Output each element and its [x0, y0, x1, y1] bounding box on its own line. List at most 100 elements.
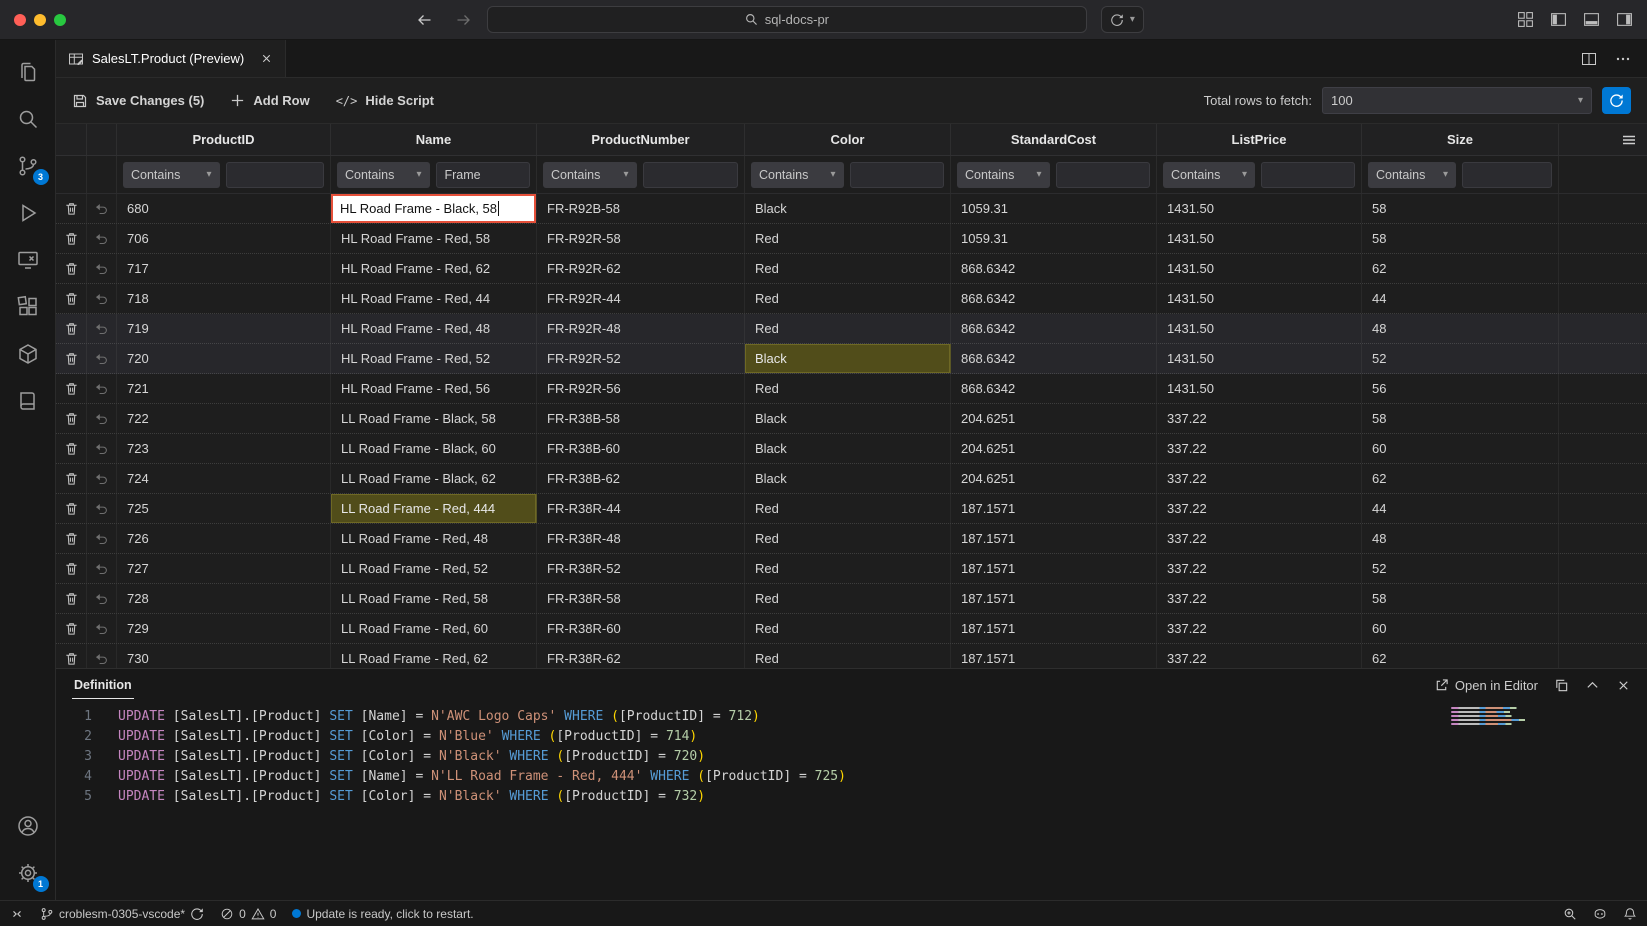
delete-row-button[interactable]	[56, 314, 87, 343]
cell-size[interactable]: 58	[1362, 584, 1559, 613]
cell-size[interactable]: 44	[1362, 494, 1559, 523]
activitybar-item-search[interactable]	[4, 95, 52, 142]
customize-layout-button[interactable]	[1517, 11, 1534, 28]
cell-name[interactable]: HL Road Frame - Red, 62	[331, 254, 537, 283]
column-menu-icon[interactable]	[1621, 132, 1637, 148]
delete-row-button[interactable]	[56, 254, 87, 283]
cell-product-number[interactable]: FR-R38B-62	[537, 464, 745, 493]
cell-product-id[interactable]: 727	[117, 554, 331, 583]
cell-standard-cost[interactable]: 868.6342	[951, 254, 1157, 283]
revert-row-button[interactable]	[87, 314, 117, 343]
copy-button[interactable]	[1554, 678, 1569, 693]
delete-row-button[interactable]	[56, 284, 87, 313]
cell-product-id[interactable]: 706	[117, 224, 331, 253]
cell-name[interactable]: LL Road Frame - Black, 62	[331, 464, 537, 493]
cell-name[interactable]: HL Road Frame - Red, 48	[331, 314, 537, 343]
delete-row-button[interactable]	[56, 224, 87, 253]
revert-row-button[interactable]	[87, 434, 117, 463]
revert-row-button[interactable]	[87, 644, 117, 668]
problems-status[interactable]: 0 0	[220, 907, 276, 921]
cell-list-price[interactable]: 337.22	[1157, 644, 1362, 668]
cell-product-number[interactable]: FR-R38R-60	[537, 614, 745, 643]
cell-list-price[interactable]: 1431.50	[1157, 224, 1362, 253]
more-actions-button[interactable]	[1615, 51, 1631, 67]
activitybar-item-run-debug[interactable]	[4, 189, 52, 236]
toggle-panel-button[interactable]	[1583, 11, 1600, 28]
revert-row-button[interactable]	[87, 464, 117, 493]
cell-size[interactable]: 44	[1362, 284, 1559, 313]
cell-list-price[interactable]: 1431.50	[1157, 254, 1362, 283]
filter-operator-select[interactable]: Contains▾	[337, 162, 430, 188]
cell-product-number[interactable]: FR-R92R-58	[537, 224, 745, 253]
column-header-standardcost[interactable]: StandardCost	[951, 124, 1157, 155]
cell-product-number[interactable]: FR-R92R-62	[537, 254, 745, 283]
cell-standard-cost[interactable]: 868.6342	[951, 344, 1157, 373]
cell-color[interactable]: Red	[745, 374, 951, 403]
toggle-secondary-sidebar-button[interactable]	[1616, 11, 1633, 28]
cell-standard-cost[interactable]: 187.1571	[951, 644, 1157, 668]
activitybar-item-source-control[interactable]: 3	[4, 142, 52, 189]
cell-name[interactable]: LL Road Frame - Red, 52	[331, 554, 537, 583]
cell-standard-cost[interactable]: 1059.31	[951, 194, 1157, 223]
remote-indicator[interactable]	[10, 907, 24, 921]
filter-value-input[interactable]	[850, 162, 945, 188]
cell-name[interactable]: LL Road Frame - Red, 62	[331, 644, 537, 668]
column-header-productnumber[interactable]: ProductNumber	[537, 124, 745, 155]
cell-list-price[interactable]: 1431.50	[1157, 344, 1362, 373]
cell-product-number[interactable]: FR-R92B-58	[537, 194, 745, 223]
close-window-button[interactable]	[14, 14, 26, 26]
cell-product-id[interactable]: 718	[117, 284, 331, 313]
cell-product-id[interactable]: 719	[117, 314, 331, 343]
toggle-primary-sidebar-button[interactable]	[1550, 11, 1567, 28]
cell-product-number[interactable]: FR-R92R-44	[537, 284, 745, 313]
cell-edit-input[interactable]: HL Road Frame - Black, 58	[331, 194, 536, 223]
filter-operator-select[interactable]: Contains▾	[957, 162, 1050, 188]
open-in-editor-button[interactable]: Open in Editor	[1434, 678, 1538, 693]
cell-size[interactable]: 60	[1362, 614, 1559, 643]
tab-saleslt-product[interactable]: SalesLT.Product (Preview)	[56, 40, 286, 77]
minimize-window-button[interactable]	[34, 14, 46, 26]
cell-name[interactable]: HL Road Frame - Red, 58	[331, 224, 537, 253]
cell-size[interactable]: 48	[1362, 314, 1559, 343]
cell-color[interactable]: Black	[745, 464, 951, 493]
cell-product-number[interactable]: FR-R38B-60	[537, 434, 745, 463]
cell-size[interactable]: 62	[1362, 464, 1559, 493]
revert-row-button[interactable]	[87, 524, 117, 553]
filter-operator-select[interactable]: Contains▾	[1163, 162, 1255, 188]
copilot-button[interactable]	[1593, 907, 1607, 921]
cell-name[interactable]: HL Road Frame - Red, 52	[331, 344, 537, 373]
cell-list-price[interactable]: 1431.50	[1157, 284, 1362, 313]
sync-dropdown-button[interactable]: ▾	[1101, 6, 1144, 33]
cell-name[interactable]: LL Road Frame - Red, 444	[331, 494, 537, 523]
delete-row-button[interactable]	[56, 584, 87, 613]
cell-size[interactable]: 52	[1362, 554, 1559, 583]
cell-size[interactable]: 58	[1362, 224, 1559, 253]
notifications-button[interactable]	[1623, 907, 1637, 921]
cell-size[interactable]: 58	[1362, 404, 1559, 433]
filter-operator-select[interactable]: Contains▾	[123, 162, 220, 188]
delete-row-button[interactable]	[56, 434, 87, 463]
cell-color[interactable]: Red	[745, 494, 951, 523]
cell-list-price[interactable]: 337.22	[1157, 554, 1362, 583]
forward-button[interactable]	[449, 12, 477, 28]
filter-value-input[interactable]	[643, 162, 739, 188]
cell-size[interactable]: 52	[1362, 344, 1559, 373]
delete-row-button[interactable]	[56, 404, 87, 433]
filter-value-input[interactable]	[436, 162, 531, 188]
refresh-button[interactable]	[1602, 87, 1631, 114]
command-center-search[interactable]: sql-docs-pr	[487, 6, 1087, 33]
cell-color[interactable]: Red	[745, 554, 951, 583]
filter-value-input[interactable]	[1261, 162, 1355, 188]
revert-row-button[interactable]	[87, 344, 117, 373]
cell-list-price[interactable]: 337.22	[1157, 524, 1362, 553]
column-header-productid[interactable]: ProductID	[117, 124, 331, 155]
cell-color[interactable]: Red	[745, 254, 951, 283]
revert-row-button[interactable]	[87, 284, 117, 313]
cell-standard-cost[interactable]: 204.6251	[951, 404, 1157, 433]
sql-code[interactable]: 1UPDATE [SalesLT].[Product] SET [Name] =…	[56, 701, 1647, 900]
back-button[interactable]	[411, 12, 439, 28]
cell-standard-cost[interactable]: 204.6251	[951, 434, 1157, 463]
filter-value-input[interactable]	[1462, 162, 1552, 188]
activitybar-item-remote-explorer[interactable]	[4, 236, 52, 283]
filter-value-input[interactable]	[1056, 162, 1151, 188]
